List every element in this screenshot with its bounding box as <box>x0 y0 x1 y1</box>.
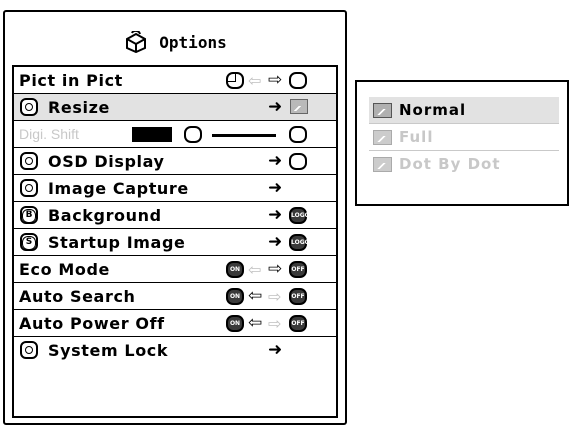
pip-on-icon <box>226 72 244 89</box>
arrow-left-icon: ⇦ <box>248 71 262 90</box>
menu-item-label: Auto Search <box>19 287 136 306</box>
on-badge: ON <box>226 261 244 278</box>
menu-item-auto-power-off[interactable]: Auto Power Off ON ⇦ ⇨ OFF <box>14 310 336 337</box>
shift-down-icon <box>184 126 202 143</box>
submenu-item-dot-by-dot: Dot By Dot <box>369 151 559 178</box>
submenu-item-label: Normal <box>399 101 467 119</box>
menu-item-label: Digi. Shift <box>19 126 79 142</box>
off-badge: OFF <box>289 315 307 332</box>
arrow-right-icon: ⇨ <box>268 314 282 333</box>
arrow-left-icon: ⇦ <box>248 260 262 279</box>
options-panel: Options Pict in Pict ⇦ ⇨ Resize ➜ Digi. … <box>3 10 347 425</box>
menu-item-system-lock[interactable]: System Lock ➜ <box>14 337 336 364</box>
off-badge: OFF <box>289 288 307 305</box>
osd-icon <box>20 152 38 170</box>
arrow-right-icon: ⇨ <box>268 259 283 279</box>
picture-icon <box>373 130 392 145</box>
shift-preview <box>132 127 172 142</box>
pip-off-icon <box>289 72 307 89</box>
submenu-item-full: Full <box>369 124 559 151</box>
shift-up-icon <box>289 126 307 143</box>
menu-item-label: Eco Mode <box>19 260 110 279</box>
arrow-right-icon: ➜ <box>268 97 283 117</box>
picture-icon <box>373 157 392 172</box>
panel-title: Options <box>5 20 345 64</box>
resize-icon <box>20 98 38 116</box>
menu-item-label: Image Capture <box>48 179 189 198</box>
arrow-left-icon: ⇦ <box>248 313 263 333</box>
menu-item-osd-display[interactable]: OSD Display ➜ <box>14 148 336 175</box>
submenu-item-normal[interactable]: Normal <box>369 97 559 124</box>
menu-item-startup-image[interactable]: S Startup Image ➜ LOGO <box>14 229 336 256</box>
menu-item-label: Pict in Pict <box>19 71 123 90</box>
menu-item-label: OSD Display <box>48 152 165 171</box>
options-icon <box>126 31 147 53</box>
options-menu: Pict in Pict ⇦ ⇨ Resize ➜ Digi. Shift OS… <box>12 65 338 418</box>
menu-item-resize[interactable]: Resize ➜ <box>14 94 336 121</box>
background-icon: B <box>20 206 38 224</box>
resize-submenu: Normal Full Dot By Dot <box>355 80 569 206</box>
on-badge: ON <box>226 288 244 305</box>
menu-item-eco-mode[interactable]: Eco Mode ON ⇦ ⇨ OFF <box>14 256 336 283</box>
arrow-right-icon: ➜ <box>268 151 283 171</box>
logo-badge: LOGO <box>289 234 310 251</box>
menu-item-label: Background <box>48 206 162 225</box>
arrow-left-icon: ⇦ <box>248 286 263 306</box>
menu-item-pict-in-pict[interactable]: Pict in Pict ⇦ ⇨ <box>14 67 336 94</box>
capture-icon <box>20 179 38 197</box>
arrow-right-icon: ➜ <box>268 340 283 360</box>
arrow-right-icon: ➜ <box>268 205 283 225</box>
menu-item-image-capture[interactable]: Image Capture ➜ <box>14 175 336 202</box>
submenu-item-label: Full <box>399 128 434 146</box>
menu-item-background[interactable]: B Background ➜ LOGO <box>14 202 336 229</box>
lock-icon <box>20 341 38 359</box>
menu-item-label: Startup Image <box>48 233 186 252</box>
menu-item-digi-shift: Digi. Shift <box>14 121 336 148</box>
menu-item-label: System Lock <box>48 341 169 360</box>
startup-icon: S <box>20 233 38 251</box>
picture-icon <box>373 103 392 118</box>
arrow-right-icon: ➜ <box>268 178 283 198</box>
arrow-right-icon: ⇨ <box>268 287 282 306</box>
arrow-right-icon: ⇨ <box>268 70 283 90</box>
shift-slider <box>212 134 276 137</box>
picture-icon <box>290 99 308 114</box>
submenu-item-label: Dot By Dot <box>399 155 501 173</box>
arrow-right-icon: ➜ <box>268 232 283 252</box>
menu-item-label: Resize <box>48 98 110 117</box>
off-badge: OFF <box>289 261 307 278</box>
osd-value-icon <box>289 153 307 170</box>
menu-item-label: Auto Power Off <box>19 314 165 333</box>
menu-item-auto-search[interactable]: Auto Search ON ⇦ ⇨ OFF <box>14 283 336 310</box>
panel-title-text: Options <box>159 32 227 52</box>
logo-badge: LOGO <box>289 207 310 224</box>
on-badge: ON <box>226 315 244 332</box>
